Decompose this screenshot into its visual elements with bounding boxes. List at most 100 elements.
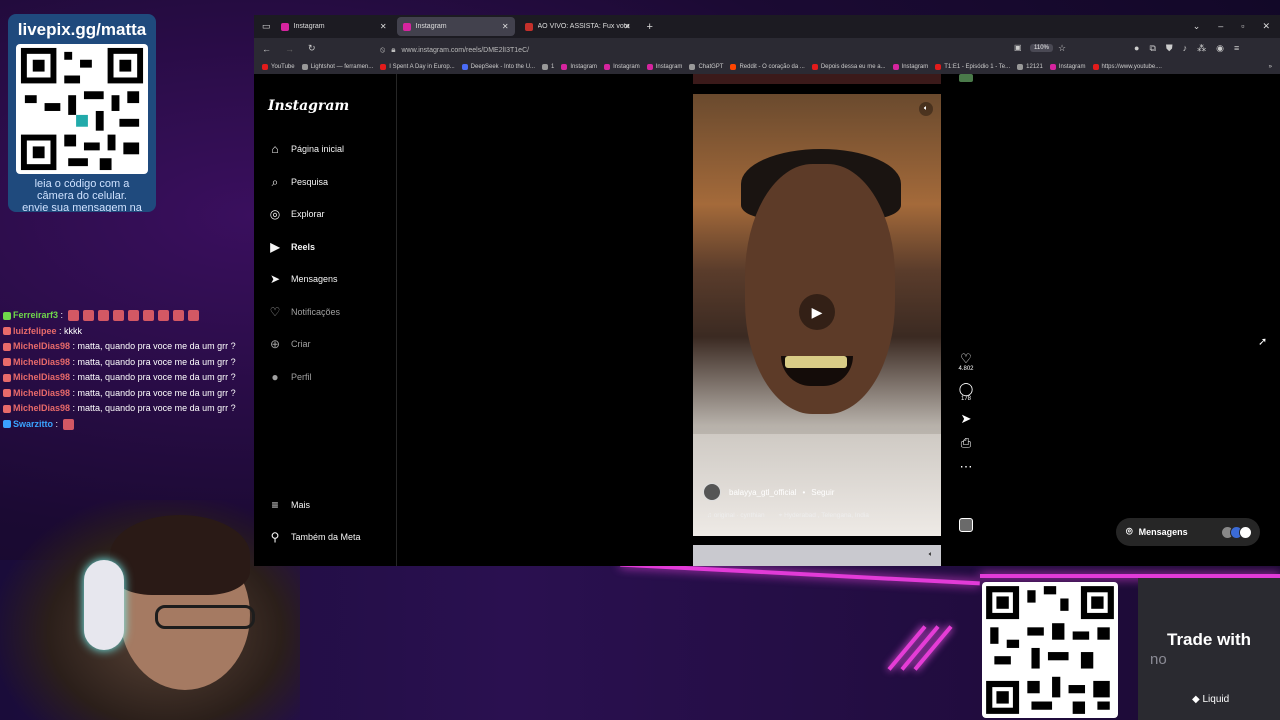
sidebar-item-plus[interactable]: ⊕ Criar xyxy=(268,337,311,351)
bookmark-item[interactable]: Instagram xyxy=(561,63,597,70)
bookmark-label: 1 xyxy=(551,63,555,70)
follow-button[interactable]: Seguir xyxy=(811,488,834,497)
location-info[interactable]: ⌖ Hyderabad , Telengana, India xyxy=(779,512,869,520)
bookmark-item[interactable]: Instagram xyxy=(646,63,683,70)
bookmark-item[interactable]: Lightshot — ferramen... xyxy=(301,63,373,70)
author-name[interactable]: balayya_gtl_official xyxy=(729,488,796,497)
bookmark-item[interactable]: T1:E1 - Episódio 1 - Te... xyxy=(935,63,1010,70)
comment-icon[interactable]: ◯ xyxy=(954,382,978,396)
account-icon[interactable]: ◉ xyxy=(1216,43,1224,54)
chat-username[interactable]: MichelDias98 xyxy=(13,403,70,413)
bookmark-item[interactable]: DeepSeek - Into the U... xyxy=(461,63,535,70)
sidebar-item-reels[interactable]: ▶ Reels xyxy=(268,240,315,254)
chat-text: matta, quando pra voce me da um grr ? xyxy=(77,372,236,382)
shield-icon[interactable]: ⛊ xyxy=(1166,43,1173,54)
zoom-level[interactable]: 110% xyxy=(1030,44,1053,52)
chat-username[interactable]: luizfelipee xyxy=(13,326,57,336)
play-icon[interactable]: ▶ xyxy=(799,294,835,330)
url-text[interactable]: www.instagram.com/reels/DME2lI3T1eC/ xyxy=(401,47,529,54)
menu-icon[interactable]: ≡ xyxy=(1234,43,1239,54)
more-options-icon[interactable]: ⋯ xyxy=(954,460,978,474)
like-action[interactable]: ♡ 4.802 xyxy=(954,352,978,373)
sidebar-item-heart[interactable]: ♡ Notificações xyxy=(268,305,340,319)
reel-video[interactable]: 🔈︎ ▶ balayya_gtl_official • Seguir ♫ ori… xyxy=(693,94,941,536)
sidebar-item-search[interactable]: ⌕ Pesquisa xyxy=(268,175,328,189)
volume-icon[interactable]: ♪ xyxy=(1183,43,1188,54)
new-tab-button[interactable]: + xyxy=(647,21,653,33)
comment-count: 178 xyxy=(960,396,971,402)
tab-overview-icon[interactable]: ▭ xyxy=(262,21,271,32)
sidebar-item-menu[interactable]: ≡ Mais xyxy=(268,498,310,512)
chat-message: MichelDias98 : matta, quando pra voce me… xyxy=(0,370,252,386)
chat-text: matta, quando pra voce me da um grr ? xyxy=(77,403,236,413)
instagram-favicon-icon xyxy=(280,22,289,31)
bookmarks-overflow-icon[interactable]: » xyxy=(1269,64,1280,70)
heart-icon[interactable]: ♡ xyxy=(954,352,978,366)
share-icon[interactable]: ➤ xyxy=(954,412,978,426)
address-bar[interactable]: ⦸ 🔒︎ www.instagram.com/reels/DME2lI3T1eC… xyxy=(380,42,1000,58)
bookmark-item[interactable]: 12121 xyxy=(1017,63,1043,70)
sidebar-item-meta[interactable]: ⚲ Também da Meta xyxy=(268,530,361,544)
extensions-icon[interactable]: ⧉ xyxy=(1149,43,1155,54)
comment-action[interactable]: ◯ 178 xyxy=(954,382,978,403)
reload-icon[interactable]: ↻ xyxy=(308,43,316,54)
chat-username[interactable]: Ferreirarf3 xyxy=(13,310,58,320)
bookmark-item[interactable]: I Spent A Day in Europ... xyxy=(380,63,455,70)
bookmark-icon[interactable]: ⎙ xyxy=(954,436,978,450)
lock-icon[interactable]: 🔒︎ xyxy=(391,45,395,55)
bookmark-item[interactable]: Instagram xyxy=(1049,63,1086,70)
close-tab-icon[interactable]: ✕ xyxy=(502,22,509,31)
save-action[interactable]: ⎙ xyxy=(954,436,978,450)
author-avatar[interactable] xyxy=(703,483,721,501)
next-reel-preview[interactable]: 🔈︎ xyxy=(693,545,941,566)
maximize-icon[interactable]: ▫ xyxy=(1241,21,1244,32)
close-window-icon[interactable]: ✕ xyxy=(1262,21,1270,32)
sidebar-item-label: Mais xyxy=(291,500,311,510)
bookmark-label: Instagram xyxy=(655,63,683,70)
qr-caption: leia o código com a xyxy=(34,178,130,190)
previous-reel-preview[interactable] xyxy=(693,74,941,84)
chat-username[interactable]: MichelDias98 xyxy=(13,372,70,382)
browser-tab-active[interactable]: Instagram ✕ xyxy=(396,17,515,36)
messages-button[interactable]: ⌾ Mensagens xyxy=(1116,518,1260,546)
bookmark-item[interactable]: Instagram xyxy=(604,63,640,70)
sidebar-item-home[interactable]: ⌂ Página inicial xyxy=(268,142,344,156)
browser-tab[interactable]: Instagram ✕ xyxy=(275,17,393,36)
extension-icon[interactable]: ● xyxy=(1134,43,1139,54)
sidebar-item-messenger[interactable]: ➤ Mensagens xyxy=(268,272,338,286)
reader-view-icon[interactable]: ▣ xyxy=(1014,43,1022,52)
chat-username[interactable]: MichelDias98 xyxy=(13,388,70,398)
tracking-protection-icon[interactable]: ⦸ xyxy=(380,45,385,55)
bookmark-item[interactable]: 1 xyxy=(542,63,555,70)
chat-username[interactable]: MichelDias98 xyxy=(13,341,70,351)
close-tab-icon[interactable]: ✕ xyxy=(380,22,387,31)
sidebar-item-compass[interactable]: ◎ Explorar xyxy=(268,207,325,221)
bookmark-item[interactable]: Reddit - O coração da ... xyxy=(730,63,805,70)
translate-icon[interactable]: ⁂ xyxy=(1197,43,1206,54)
sound-icon[interactable]: 🔈︎ xyxy=(929,551,933,559)
bookmark-item[interactable]: https://www.youtube.... xyxy=(1092,63,1162,70)
compass-icon: ◎ xyxy=(269,207,281,221)
chat-username[interactable]: MichelDias98 xyxy=(13,357,70,367)
sound-icon[interactable]: 🔈︎ xyxy=(919,102,933,116)
chat-message: MichelDias98 : matta, quando pra voce me… xyxy=(0,401,252,417)
bookmark-item[interactable]: Depois dessa eu me a... xyxy=(811,63,886,70)
audio-info[interactable]: ♫ original · cynthian xyxy=(707,512,765,520)
forward-icon[interactable]: → xyxy=(285,44,294,54)
tab-list-icon[interactable]: ⌄ xyxy=(1193,21,1201,32)
share-action[interactable]: ➤ xyxy=(954,412,978,426)
bookmark-star-icon[interactable]: ☆ xyxy=(1058,43,1066,54)
minimize-icon[interactable]: – xyxy=(1218,21,1223,32)
bookmark-item[interactable]: Instagram xyxy=(892,63,928,70)
more-action[interactable]: ⋯ xyxy=(954,460,978,474)
browser-tab[interactable]: AO VIVO: ASSISTA: Fux vota pe ✕ xyxy=(519,17,637,36)
previous-audio-thumb[interactable] xyxy=(959,74,973,82)
back-icon[interactable]: ← xyxy=(262,44,271,54)
bookmark-item[interactable]: YouTube xyxy=(262,63,295,70)
audio-thumbnail[interactable] xyxy=(959,518,973,532)
bookmark-item[interactable]: ChatGPT xyxy=(689,63,723,70)
instagram-logo[interactable]: Instagram xyxy=(268,98,349,114)
chat-username[interactable]: Swarzitto xyxy=(13,419,53,429)
sidebar-item-avatar[interactable]: ● Perfil xyxy=(268,370,311,384)
close-tab-icon[interactable]: ✕ xyxy=(624,22,631,31)
